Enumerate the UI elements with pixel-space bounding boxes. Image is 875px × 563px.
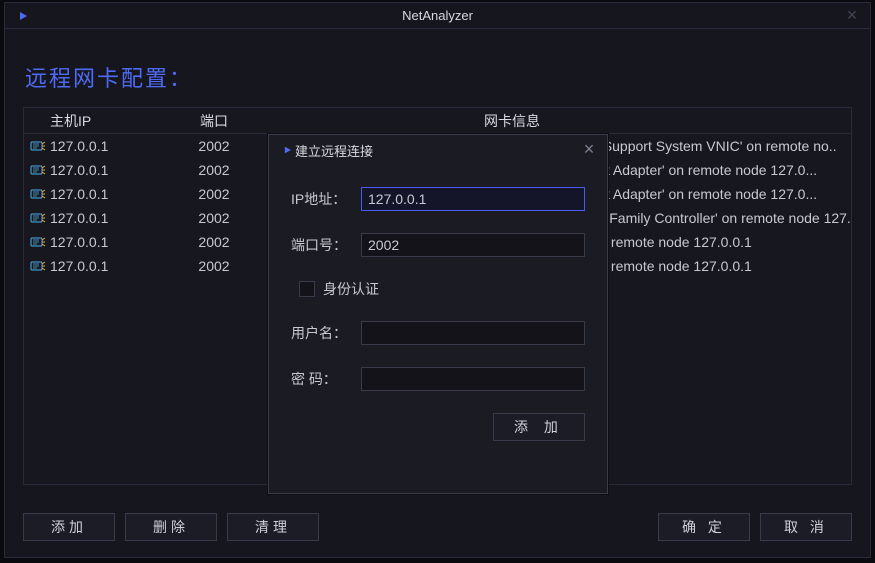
cell-port: 2002 <box>164 162 264 178</box>
port-field-row: 端口号： <box>291 233 585 257</box>
ip-text: 127.0.0.1 <box>50 186 108 202</box>
user-label: 用户名： <box>291 323 361 343</box>
user-field-row: 用户名： <box>291 321 585 345</box>
pass-field-row: 密 码： <box>291 367 585 391</box>
col-header-info: 网卡信息 <box>264 111 851 131</box>
dialog-body: IP地址： 端口号： 身份认证 用户名： 密 码： <box>269 165 607 391</box>
page-heading: 远程网卡配置： <box>25 61 852 93</box>
cancel-button[interactable]: 取 消 <box>760 513 852 541</box>
dialog-arrow-icon <box>277 144 291 156</box>
auth-check-row: 身份认证 <box>299 279 585 299</box>
auth-checkbox[interactable] <box>299 281 315 297</box>
cell-port: 2002 <box>164 234 264 250</box>
port-input[interactable] <box>361 233 585 257</box>
clear-button[interactable]: 清理 <box>227 513 319 541</box>
cell-ip: 127.0.0.1 <box>24 210 164 226</box>
ip-text: 127.0.0.1 <box>50 162 108 178</box>
cell-ip: 127.0.0.1 <box>24 234 164 250</box>
delete-button[interactable]: 删除 <box>125 513 217 541</box>
nic-icon <box>30 186 46 202</box>
table-header: 主机IP 端口 网卡信息 <box>24 108 851 134</box>
ip-field-row: IP地址： <box>291 187 585 211</box>
dialog-title: 建立远程连接 <box>295 141 373 160</box>
nic-icon <box>30 162 46 178</box>
cell-port: 2002 <box>164 186 264 202</box>
cell-ip: 127.0.0.1 <box>24 186 164 202</box>
pass-label: 密 码： <box>291 369 361 389</box>
cell-port: 2002 <box>164 210 264 226</box>
dialog-titlebar: 建立远程连接 × <box>269 135 607 165</box>
remote-connect-dialog: 建立远程连接 × IP地址： 端口号： 身份认证 用户名： 密 码： <box>268 134 608 494</box>
cell-ip: 127.0.0.1 <box>24 258 164 274</box>
footer-spacer <box>329 513 648 541</box>
nic-icon <box>30 234 46 250</box>
ok-button[interactable]: 确 定 <box>658 513 750 541</box>
main-window: NetAnalyzer × 远程网卡配置： 主机IP 端口 网卡信息 127.0… <box>4 2 871 558</box>
nic-icon <box>30 138 46 154</box>
auth-label: 身份认证 <box>323 279 379 299</box>
cell-port: 2002 <box>164 258 264 274</box>
ip-text: 127.0.0.1 <box>50 138 108 154</box>
window-title: NetAnalyzer <box>5 8 870 23</box>
ip-text: 127.0.0.1 <box>50 258 108 274</box>
app-arrow-icon <box>11 9 27 23</box>
nic-icon <box>30 210 46 226</box>
col-header-port: 端口 <box>164 111 264 131</box>
ip-text: 127.0.0.1 <box>50 234 108 250</box>
user-input[interactable] <box>361 321 585 345</box>
cell-ip: 127.0.0.1 <box>24 138 164 154</box>
cell-ip: 127.0.0.1 <box>24 162 164 178</box>
pass-input[interactable] <box>361 367 585 391</box>
window-titlebar: NetAnalyzer × <box>5 3 870 29</box>
port-label: 端口号： <box>291 235 361 255</box>
dialog-close-icon[interactable]: × <box>579 139 599 160</box>
ip-text: 127.0.0.1 <box>50 210 108 226</box>
add-button[interactable]: 添加 <box>23 513 115 541</box>
cell-port: 2002 <box>164 138 264 154</box>
ip-input[interactable] <box>361 187 585 211</box>
dialog-footer: 添 加 <box>269 413 607 441</box>
footer-bar: 添加 删除 清理 确 定 取 消 <box>23 513 852 541</box>
col-header-ip: 主机IP <box>24 111 164 131</box>
nic-icon <box>30 258 46 274</box>
dialog-add-button[interactable]: 添 加 <box>493 413 585 441</box>
ip-label: IP地址： <box>291 189 361 209</box>
window-close-icon[interactable]: × <box>842 5 862 26</box>
